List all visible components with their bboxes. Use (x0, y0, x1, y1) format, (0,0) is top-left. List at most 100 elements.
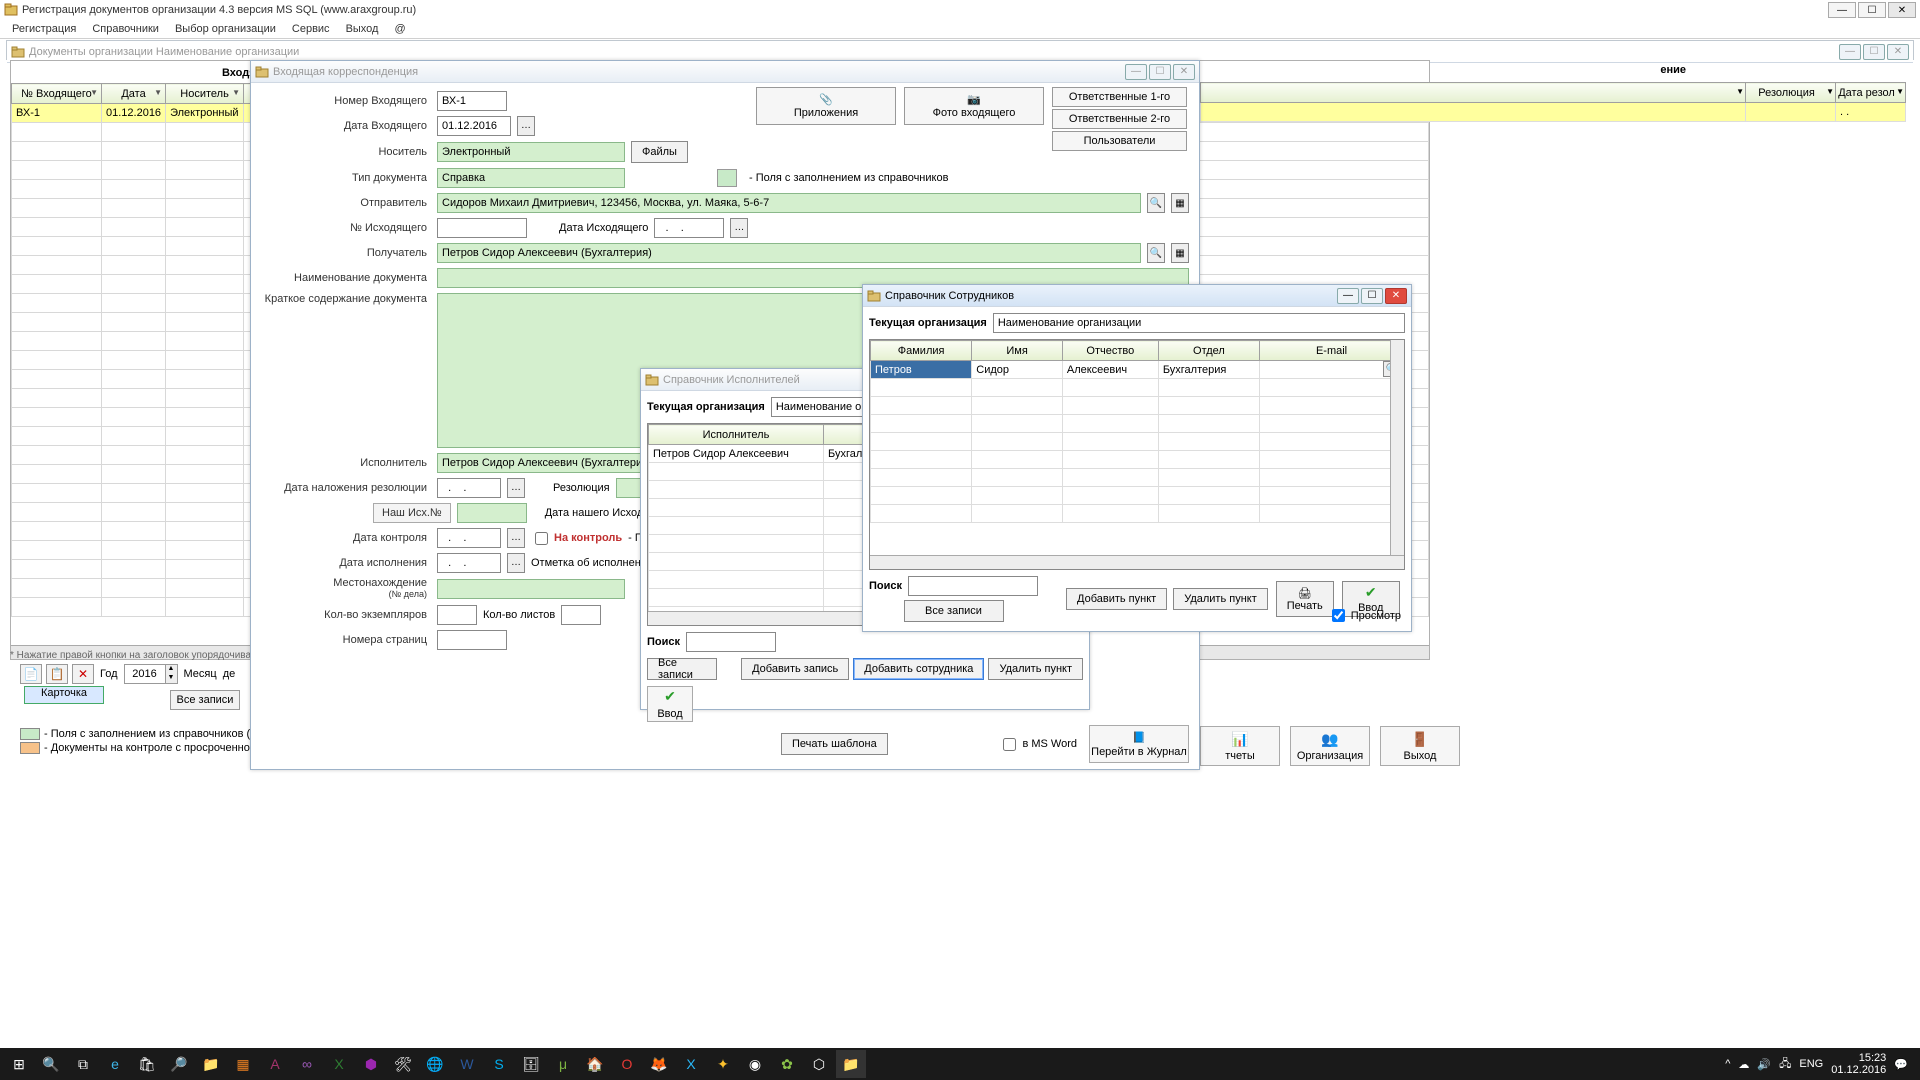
emp-row[interactable] (871, 415, 1404, 433)
attachments-button[interactable]: 📎 Приложения (756, 87, 896, 125)
app-icon[interactable]: ⬢ (356, 1050, 386, 1078)
on-control-checkbox[interactable]: На контроль (531, 529, 622, 548)
col-res-date[interactable]: Дата резол▼ (1836, 83, 1906, 103)
close-button[interactable]: ✕ (1888, 2, 1916, 18)
mdi-min-button[interactable]: — (1839, 44, 1861, 60)
exec-enter-button[interactable]: ✔ Ввод (647, 686, 693, 722)
date-picker-button[interactable]: … (507, 553, 525, 573)
vs-icon[interactable]: ∞ (292, 1050, 322, 1078)
menu-registration[interactable]: Регистрация (4, 21, 84, 37)
res-date-input[interactable] (437, 478, 501, 498)
tray-lang[interactable]: ENG (1799, 1058, 1823, 1070)
num-in-input[interactable] (437, 91, 507, 111)
menu-about[interactable]: @ (386, 21, 413, 37)
utorrent-icon[interactable]: μ (548, 1050, 578, 1078)
edge-icon[interactable]: e (100, 1050, 130, 1078)
copy-button[interactable]: 📋 (46, 664, 68, 684)
form-close-button[interactable]: ✕ (1173, 64, 1195, 80)
to-journal-button[interactable]: 📘 Перейти в Журнал (1089, 725, 1189, 763)
carrier-input[interactable] (437, 142, 625, 162)
card-button[interactable]: Карточка (24, 686, 104, 704)
maximize-button[interactable]: ☐ (1858, 2, 1886, 18)
office-icon[interactable]: ▦ (228, 1050, 258, 1078)
emp-vscroll[interactable] (1390, 340, 1404, 555)
col-resolution[interactable]: Резолюция▼ (1746, 83, 1836, 103)
in-msword-checkbox[interactable]: в MS Word (999, 735, 1077, 754)
exec-col-name[interactable]: Исполнитель (649, 425, 824, 445)
emp-max-button[interactable]: ☐ (1361, 288, 1383, 304)
mdi-close-button[interactable]: ✕ (1887, 44, 1909, 60)
tray-notifications-icon[interactable]: 💬 (1894, 1058, 1908, 1071)
emp-row[interactable] (871, 451, 1404, 469)
recipient-ref-button[interactable]: 🔍 (1147, 243, 1165, 263)
tray-up-icon[interactable]: ^ (1725, 1058, 1730, 1070)
opera-icon[interactable]: O (612, 1050, 642, 1078)
sender-grid-button[interactable]: ▦ (1171, 193, 1189, 213)
copies-input[interactable] (437, 605, 477, 625)
recipient-input[interactable] (437, 243, 1141, 263)
db-icon[interactable]: 🗄 (516, 1050, 546, 1078)
files-button[interactable]: Файлы (631, 141, 688, 163)
emp-row[interactable] (871, 397, 1404, 415)
explorer-icon[interactable]: 📁 (196, 1050, 226, 1078)
access-icon[interactable]: A (260, 1050, 290, 1078)
sender-input[interactable] (437, 193, 1141, 213)
cube-icon[interactable]: ⬡ (804, 1050, 834, 1078)
year-spinbox[interactable]: ▲▼ (124, 664, 178, 684)
emp-row[interactable] (871, 469, 1404, 487)
magnifier-icon[interactable]: 🔎 (164, 1050, 194, 1078)
emp-col-dept[interactable]: Отдел (1158, 341, 1259, 361)
users-button[interactable]: Пользователи (1052, 131, 1187, 151)
date-picker-button[interactable]: … (517, 116, 535, 136)
num-out-ext-input[interactable] (437, 218, 527, 238)
grid-row-selected[interactable]: . . (1201, 103, 1906, 122)
exec-all-button[interactable]: Все записи (647, 658, 717, 680)
tray-clock[interactable]: 15:23 01.12.2016 (1831, 1052, 1886, 1076)
organization-button[interactable]: 👥Организация (1290, 726, 1370, 766)
date-picker-button[interactable]: … (730, 218, 748, 238)
emp-col-firstname[interactable]: Имя (972, 341, 1063, 361)
bird-icon[interactable]: ✦ (708, 1050, 738, 1078)
menu-references[interactable]: Справочники (84, 21, 167, 37)
col-date[interactable]: Дата▼ (102, 84, 166, 104)
sender-ref-button[interactable]: 🔍 (1147, 193, 1165, 213)
date-picker-button[interactable]: … (507, 478, 525, 498)
date-in-input[interactable] (437, 116, 511, 136)
house-icon[interactable]: 🏠 (580, 1050, 610, 1078)
delete-button[interactable]: ✕ (72, 664, 94, 684)
resp2-button[interactable]: Ответственные 2-го уровня (1052, 109, 1187, 129)
emp-col-patronymic[interactable]: Отчество (1062, 341, 1158, 361)
tools-icon[interactable]: 🛠 (388, 1050, 418, 1078)
emp-org-input[interactable] (993, 313, 1405, 333)
exec-date-input[interactable] (437, 553, 501, 573)
tray-cloud-icon[interactable]: ☁ (1738, 1058, 1749, 1071)
year-input[interactable] (125, 665, 165, 683)
spin-down[interactable]: ▼ (165, 674, 177, 683)
browser-icon[interactable]: 🌐 (420, 1050, 450, 1078)
doc-type-input[interactable] (437, 168, 625, 188)
dropdown-icon[interactable]: ▼ (232, 88, 240, 97)
excel-icon[interactable]: X (324, 1050, 354, 1078)
resp1-button[interactable]: Ответственные 1-го уровня (1052, 87, 1187, 107)
exit-button[interactable]: 🚪Выход (1380, 726, 1460, 766)
chrome-icon[interactable]: ◉ (740, 1050, 770, 1078)
emp-col-lastname[interactable]: Фамилия (871, 341, 972, 361)
date-picker-button[interactable]: … (507, 528, 525, 548)
col-num[interactable]: № Входящего▼ (12, 84, 102, 104)
sheets-input[interactable] (561, 605, 601, 625)
dropdown-icon[interactable]: ▼ (154, 88, 162, 97)
word-icon[interactable]: W (452, 1050, 482, 1078)
col-blank[interactable]: ▼ (1201, 83, 1746, 103)
skype-icon[interactable]: S (484, 1050, 514, 1078)
emp-min-button[interactable]: — (1337, 288, 1359, 304)
exec-add-employee-button[interactable]: Добавить сотрудника (853, 658, 984, 680)
emp-row[interactable] (871, 379, 1404, 397)
store-icon[interactable]: 🛍 (132, 1050, 162, 1078)
emp-row-selected[interactable]: Петров Сидор Алексеевич Бухгалтерия 🔍 (871, 361, 1404, 379)
current-app-taskbar[interactable]: 📁 (836, 1050, 866, 1078)
control-date-input[interactable] (437, 528, 501, 548)
emp-row[interactable] (871, 433, 1404, 451)
menu-exit[interactable]: Выход (338, 21, 387, 37)
location-input[interactable] (437, 579, 625, 599)
form-max-button[interactable]: ☐ (1149, 64, 1171, 80)
